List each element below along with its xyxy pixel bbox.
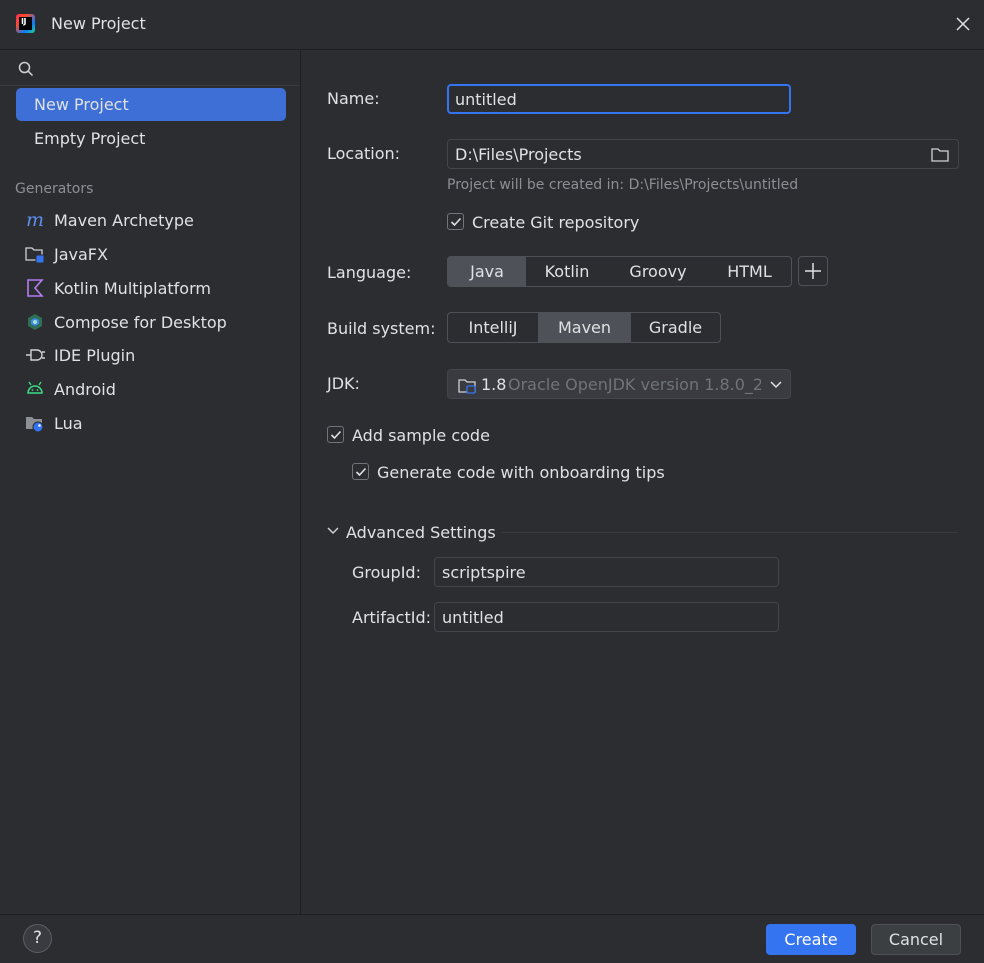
build-system-segmented-control: IntelliJ Maven Gradle [447, 312, 721, 343]
maven-icon: m [24, 209, 46, 231]
sidebar-search [0, 51, 300, 86]
generator-label: JavaFX [54, 244, 108, 264]
intellij-logo-icon: IJ [16, 14, 35, 33]
artifact-id-input[interactable] [435, 603, 778, 631]
language-segmented-control: Java Kotlin Groovy HTML [447, 256, 792, 287]
create-button[interactable]: Create [766, 924, 856, 955]
jdk-dropdown[interactable]: 1.8 Oracle OpenJDK version 1.8.0_202 [447, 369, 791, 399]
artifact-id-field[interactable] [434, 602, 779, 632]
generator-javafx[interactable]: JavaFX [24, 241, 284, 267]
onboarding-tips-label: Generate code with onboarding tips [377, 463, 665, 482]
sample-code-checkbox[interactable] [327, 426, 344, 443]
plus-icon [805, 263, 821, 279]
svg-text:m: m [26, 209, 44, 231]
generator-compose-for-desktop[interactable]: Compose for Desktop [24, 309, 284, 335]
checkmark-icon [450, 217, 462, 227]
onboarding-tips-checkbox[interactable] [352, 463, 369, 480]
window-title: New Project [51, 14, 146, 33]
generator-label: Lua [54, 413, 83, 433]
build-option-gradle[interactable]: Gradle [631, 313, 720, 342]
generator-maven-archetype[interactable]: m Maven Archetype [24, 207, 284, 233]
advanced-settings-toggle[interactable]: Advanced Settings [326, 521, 496, 543]
group-id-label: GroupId: [352, 563, 421, 582]
language-label: Language: [327, 263, 412, 282]
generator-ide-plugin[interactable]: IDE Plugin [24, 342, 284, 368]
close-icon [956, 17, 970, 31]
location-field[interactable] [447, 139, 959, 169]
checkmark-icon [330, 430, 342, 440]
build-system-label: Build system: [327, 319, 436, 338]
folder-browse-icon[interactable] [930, 146, 950, 164]
generator-label: Kotlin Multiplatform [54, 278, 211, 298]
generator-label: Maven Archetype [54, 210, 194, 230]
plugin-icon [24, 344, 46, 366]
jdk-version: 1.8 [481, 375, 507, 394]
jdk-folder-icon [458, 379, 476, 394]
compose-icon [24, 311, 46, 333]
location-hint: Project will be created in: D:\Files\Pro… [447, 177, 799, 193]
language-option-java[interactable]: Java [448, 257, 526, 286]
generator-label: Compose for Desktop [54, 312, 227, 332]
group-id-input[interactable] [435, 558, 778, 586]
artifact-id-label: ArtifactId: [352, 608, 432, 627]
sidebar-item-label: New Project [34, 95, 129, 114]
jdk-label: JDK: [327, 374, 360, 393]
advanced-settings-label: Advanced Settings [346, 523, 496, 542]
sidebar-item-label: Empty Project [34, 129, 146, 148]
generators-heading: Generators [15, 181, 94, 197]
project-settings-form: Name: Location: Project will be created … [302, 51, 984, 914]
checkmark-icon [355, 467, 367, 477]
sidebar-item-empty-project[interactable]: Empty Project [16, 122, 286, 155]
help-button[interactable]: ? [23, 924, 52, 953]
generator-android[interactable]: Android [24, 376, 284, 402]
name-input[interactable] [449, 86, 789, 112]
build-option-maven[interactable]: Maven [538, 313, 631, 342]
close-button[interactable] [951, 12, 975, 36]
git-checkbox-label: Create Git repository [472, 213, 640, 232]
generator-label: Android [54, 379, 116, 399]
kotlin-icon [24, 277, 46, 299]
location-label: Location: [327, 144, 401, 163]
cancel-button[interactable]: Cancel [871, 924, 961, 955]
chevron-down-icon [770, 381, 782, 389]
git-checkbox[interactable] [447, 213, 464, 230]
title-bar: IJ New Project [0, 0, 984, 50]
javafx-icon [24, 243, 46, 265]
project-type-sidebar: New Project Empty Project Generators m M… [0, 51, 301, 914]
add-language-button[interactable] [798, 256, 828, 286]
name-field[interactable] [447, 84, 791, 114]
group-id-field[interactable] [434, 557, 779, 587]
location-input[interactable] [448, 140, 918, 168]
lua-icon [24, 412, 46, 434]
language-option-html[interactable]: HTML [708, 257, 791, 286]
language-option-kotlin[interactable]: Kotlin [526, 257, 608, 286]
sample-code-label: Add sample code [352, 426, 490, 445]
advanced-settings-divider [502, 532, 958, 533]
chevron-down-icon [327, 527, 339, 535]
build-option-intellij[interactable]: IntelliJ [448, 313, 538, 342]
jdk-description: Oracle OpenJDK version 1.8.0_202 [508, 375, 761, 394]
generator-lua[interactable]: Lua [24, 410, 284, 436]
android-icon [24, 378, 46, 400]
generator-kotlin-multiplatform[interactable]: Kotlin Multiplatform [24, 275, 284, 301]
sidebar-search-input[interactable] [42, 56, 292, 80]
sidebar-item-new-project[interactable]: New Project [16, 88, 286, 121]
dialog-footer: ? Create Cancel [0, 914, 984, 963]
language-option-groovy[interactable]: Groovy [608, 257, 708, 286]
search-icon [18, 61, 34, 77]
name-label: Name: [327, 89, 380, 108]
generator-label: IDE Plugin [54, 345, 136, 365]
